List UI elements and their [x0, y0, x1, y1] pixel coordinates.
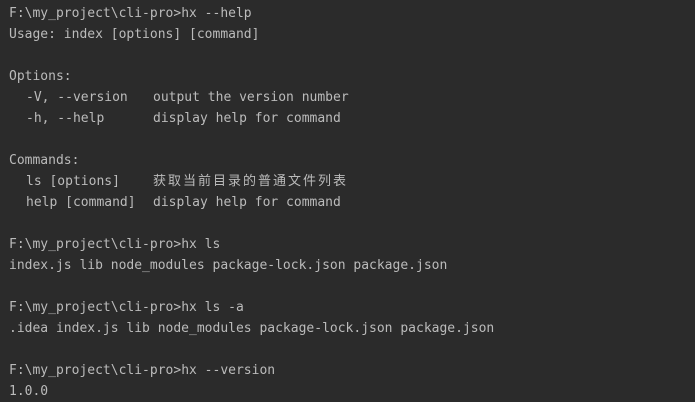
command-line: F:\my_project\cli-pro>hx ls -a — [9, 297, 695, 318]
command-line: F:\my_project\cli-pro>hx --version — [9, 360, 695, 381]
command-line: F:\my_project\cli-pro>hx --help — [9, 3, 695, 24]
prompt: F:\my_project\cli-pro> — [9, 363, 182, 378]
prompt: F:\my_project\cli-pro> — [9, 6, 182, 21]
command-row: help [command] display help for command — [9, 192, 695, 213]
option-name: -V, --version — [26, 90, 128, 105]
option-desc: display help for command — [153, 111, 341, 126]
command-line: F:\my_project\cli-pro>hx ls — [9, 234, 695, 255]
command-desc: display help for command — [153, 195, 341, 210]
command-text: hx --help — [181, 6, 252, 21]
options-heading: Options: — [9, 69, 72, 84]
option-desc: output the version number — [153, 90, 349, 105]
command-output: index.js lib node_modules package-lock.j… — [9, 258, 448, 273]
command-text: hx ls — [181, 237, 221, 252]
command-output: .idea index.js lib node_modules package-… — [9, 321, 495, 336]
option-row: -h, --help display help for command — [9, 108, 695, 129]
terminal-window[interactable]: F:\my_project\cli-pro>hx --help Usage: i… — [0, 0, 695, 402]
command-name: help [command] — [26, 195, 136, 210]
prompt: F:\my_project\cli-pro> — [9, 237, 182, 252]
option-name: -h, --help — [26, 111, 105, 126]
prompt: F:\my_project\cli-pro> — [9, 300, 182, 315]
option-row: -V, --version output the version number — [9, 87, 695, 108]
command-text: hx --version — [181, 363, 276, 378]
command-name: ls [options] — [26, 174, 120, 189]
usage-line: Usage: index [options] [command] — [9, 27, 260, 42]
commands-heading: Commands: — [9, 153, 80, 168]
command-row: ls [options] 获取当前目录的普通文件列表 — [9, 171, 695, 192]
command-desc: 获取当前目录的普通文件列表 — [153, 174, 349, 189]
command-text: hx ls -a — [181, 300, 244, 315]
command-output: 1.0.0 — [9, 384, 49, 399]
